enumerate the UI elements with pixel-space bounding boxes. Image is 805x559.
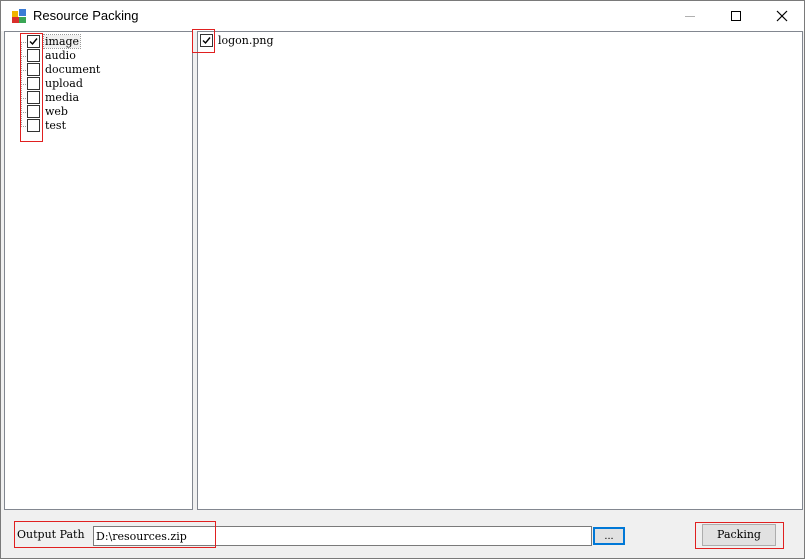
tree-item-label: upload — [45, 77, 83, 90]
tree-item-label: document — [45, 63, 101, 76]
tree-item-checkbox[interactable] — [27, 91, 40, 104]
output-path-label: Output Path — [17, 528, 85, 541]
output-path-input[interactable] — [93, 526, 592, 546]
tree-item-label: media — [45, 91, 80, 104]
tree-item-label: image — [42, 34, 82, 49]
main-window: Resource Packing image audio document up… — [0, 0, 805, 559]
minimize-button[interactable] — [667, 1, 713, 31]
tree-item-checkbox[interactable] — [27, 35, 40, 48]
packing-button[interactable]: Packing — [702, 524, 776, 546]
maximize-button[interactable] — [713, 1, 759, 31]
title-bar[interactable]: Resource Packing — [1, 1, 804, 31]
tree-item-label: audio — [45, 49, 76, 62]
tree-item-label: web — [45, 105, 68, 118]
file-list[interactable]: logon.png — [197, 31, 803, 510]
checkmark-icon — [202, 37, 211, 45]
tree-item-label: test — [45, 119, 66, 132]
checkmark-icon — [29, 38, 38, 46]
tree-item-checkbox[interactable] — [27, 105, 40, 118]
maximize-icon — [731, 11, 741, 21]
file-item-checkbox[interactable] — [200, 34, 213, 47]
app-icon — [11, 8, 27, 24]
tree-item-checkbox[interactable] — [27, 49, 40, 62]
file-item-label: logon.png — [218, 34, 274, 47]
tree-item-checkbox[interactable] — [27, 77, 40, 90]
close-icon — [776, 10, 788, 22]
tree-item-checkbox[interactable] — [27, 119, 40, 132]
tree-item-checkbox[interactable] — [27, 63, 40, 76]
close-button[interactable] — [759, 1, 805, 31]
minimize-icon — [685, 16, 695, 17]
window-title: Resource Packing — [33, 8, 139, 23]
browse-button[interactable]: ... — [593, 527, 625, 545]
folder-tree[interactable]: image audio document upload media web te… — [4, 31, 193, 510]
